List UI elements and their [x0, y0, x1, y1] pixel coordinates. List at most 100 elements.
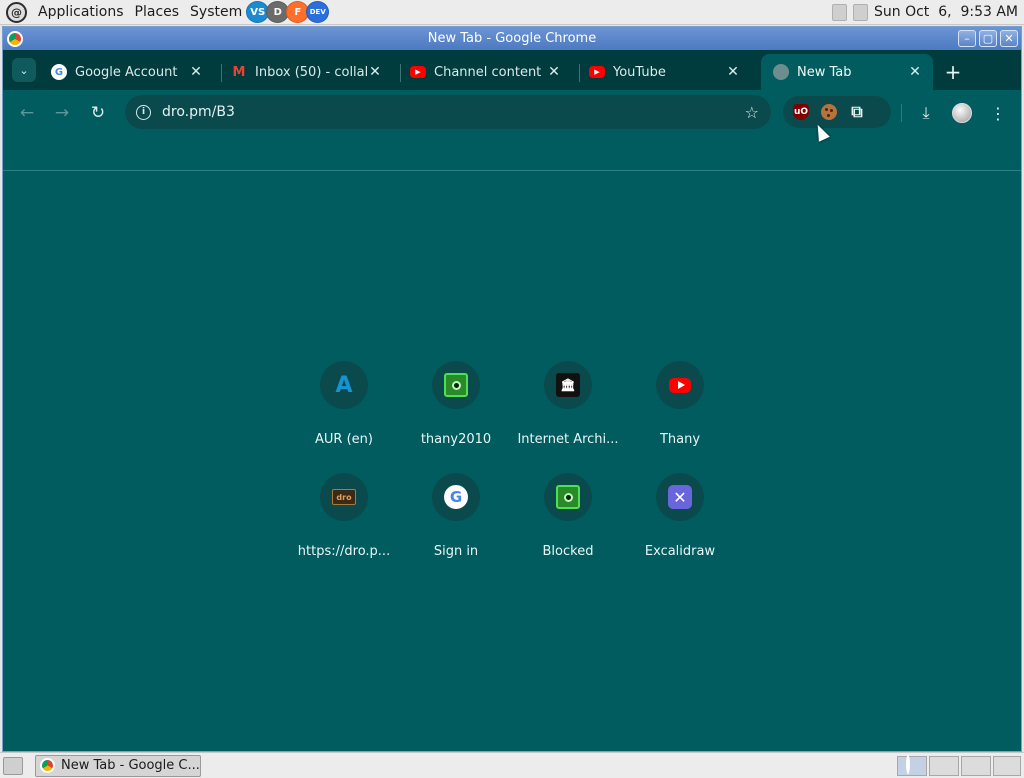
extensions-puzzle-icon[interactable]: ⧉ [849, 102, 865, 121]
window-titlebar[interactable]: New Tab - Google Chrome – ▢ ✕ [3, 27, 1021, 50]
bottom-panel: New Tab - Google C... [0, 752, 1024, 778]
shortcut-thany[interactable]: Thany [624, 361, 736, 461]
site-info-icon[interactable]: i [136, 104, 151, 120]
chrome-menu-icon[interactable]: ⋮ [985, 100, 1011, 126]
shortcut-tile: ✕ [656, 473, 704, 521]
chrome-window: New Tab - Google Chrome – ▢ ✕ ⌄ G Google… [2, 26, 1022, 752]
taskbar-window-button[interactable]: New Tab - Google C... [35, 754, 201, 777]
minimize-button[interactable]: – [958, 30, 976, 47]
top-panel: @ Applications Places System VS D F DEV … [0, 0, 1024, 25]
shortcut-label: Blocked [542, 544, 594, 559]
chrome-icon [906, 755, 910, 774]
address-bar[interactable]: i dro.pm/B3 ☆ [125, 95, 771, 129]
workspace-3[interactable] [961, 756, 991, 776]
taskbar-window-label: New Tab - Google C... [61, 758, 200, 773]
debian-logo-icon[interactable]: @ [6, 1, 27, 23]
forward-arrow-icon[interactable]: → [49, 100, 75, 126]
reload-icon[interactable]: ↻ [85, 100, 111, 126]
shortcut-label: Internet Archi... [517, 432, 619, 447]
download-icon[interactable]: ⤓ [913, 100, 939, 126]
excalidraw-icon: ✕ [668, 485, 692, 509]
workspace-2[interactable] [929, 756, 959, 776]
close-window-button[interactable]: ✕ [1000, 30, 1018, 47]
maximize-button[interactable]: ▢ [979, 30, 997, 47]
shortcut-tile: G [432, 473, 480, 521]
tab-close-icon[interactable]: ✕ [725, 64, 741, 80]
panel-menu: @ Applications Places System [6, 1, 242, 23]
chrome-icon [40, 758, 55, 773]
cookie-extension-icon[interactable] [821, 104, 837, 120]
tab-label: Channel content - [434, 64, 546, 80]
profile-avatar[interactable] [949, 100, 975, 126]
toolbar: ← → ↻ i dro.pm/B3 ☆ uO ⧉ ⤓ ⋮ [3, 90, 1021, 136]
show-desktop-icon[interactable] [3, 756, 23, 775]
tab-search-chevron-icon[interactable]: ⌄ [12, 58, 36, 82]
shortcut-label: https://dro.p... [297, 544, 391, 559]
clock[interactable]: Sun Oct 6, 9:53 AM [874, 4, 1018, 20]
shortcut-internet-archive[interactable]: 🏛 Internet Archi... [512, 361, 624, 461]
shortcut-label: AUR (en) [315, 432, 373, 447]
workspace-1[interactable] [897, 755, 927, 776]
volume-icon[interactable] [853, 3, 868, 21]
green-eye-icon [556, 485, 580, 509]
new-tab-plus-icon[interactable]: + [941, 60, 965, 84]
shortcut-excalidraw[interactable]: ✕ Excalidraw [624, 473, 736, 573]
tab-label: YouTube [613, 64, 666, 80]
shortcut-tile: 🏛 [544, 361, 592, 409]
internet-archive-icon: 🏛 [556, 373, 580, 397]
shortcut-label: thany2010 [420, 432, 492, 447]
shortcut-dro-pm[interactable]: dro https://dro.p... [288, 473, 400, 573]
gmail-icon: M [232, 64, 246, 80]
chrome-icon[interactable] [7, 30, 23, 47]
launchers: VS D F DEV [246, 1, 330, 23]
tab-close-icon[interactable]: ✕ [546, 64, 562, 80]
shortcut-tile [432, 361, 480, 409]
shortcut-aur[interactable]: A AUR (en) [288, 361, 400, 461]
tab-close-icon[interactable]: ✕ [907, 64, 923, 80]
toolbar-divider [3, 170, 1021, 171]
google-icon: G [51, 64, 67, 80]
tab-strip: ⌄ G Google Account ✕ M Inbox (50) - coll… [3, 50, 1021, 90]
bookmark-star-icon[interactable]: ☆ [745, 103, 759, 122]
avatar-icon [952, 103, 972, 123]
system-menu[interactable]: System [190, 4, 242, 20]
shortcut-label: Sign in [433, 544, 479, 559]
shortcut-tile [544, 473, 592, 521]
shortcut-blocked[interactable]: Blocked [512, 473, 624, 573]
ublock-origin-icon[interactable]: uO [793, 104, 809, 120]
tab-label: Google Account [75, 64, 178, 80]
panel-tray: Sun Oct 6, 9:53 AM [832, 3, 1018, 21]
shortcut-tile [656, 361, 704, 409]
google-icon: G [444, 485, 468, 509]
tab-close-icon[interactable]: ✕ [367, 64, 383, 80]
places-menu[interactable]: Places [135, 4, 180, 20]
workspace-4[interactable] [993, 756, 1021, 776]
applications-menu[interactable]: Applications [38, 4, 124, 20]
green-eye-icon [444, 373, 468, 397]
globe-icon [773, 64, 789, 80]
tab-label: New Tab [797, 64, 852, 80]
shortcut-tile: A [320, 361, 368, 409]
window-title: New Tab - Google Chrome [427, 31, 597, 46]
youtube-icon: ▶ [589, 66, 605, 78]
tab-label: Inbox (50) - collab [255, 64, 367, 80]
window-controls: – ▢ ✕ [958, 30, 1018, 47]
shortcut-thany2010[interactable]: thany2010 [400, 361, 512, 461]
tab-inbox[interactable]: M Inbox (50) - collab ✕ [219, 54, 393, 90]
tab-youtube[interactable]: ▶ YouTube ✕ [577, 54, 751, 90]
toolbar-separator [901, 104, 902, 122]
tab-close-icon[interactable]: ✕ [188, 64, 204, 80]
extensions-group: uO ⧉ [783, 96, 891, 128]
tab-google-account[interactable]: G Google Account ✕ [39, 54, 214, 90]
back-arrow-icon[interactable]: ← [14, 100, 40, 126]
youtube-icon: ▶ [410, 66, 426, 78]
tab-channel-content[interactable]: ▶ Channel content - ✕ [398, 54, 572, 90]
youtube-icon [669, 377, 691, 393]
network-icon[interactable] [832, 3, 847, 21]
firefox-dev-icon[interactable]: DEV [306, 1, 330, 23]
tab-new-tab[interactable]: New Tab ✕ [761, 54, 933, 90]
url-text[interactable]: dro.pm/B3 [162, 104, 235, 120]
aur-icon: A [335, 372, 353, 398]
shortcut-sign-in[interactable]: G Sign in [400, 473, 512, 573]
shortcut-label: Thany [659, 432, 701, 447]
